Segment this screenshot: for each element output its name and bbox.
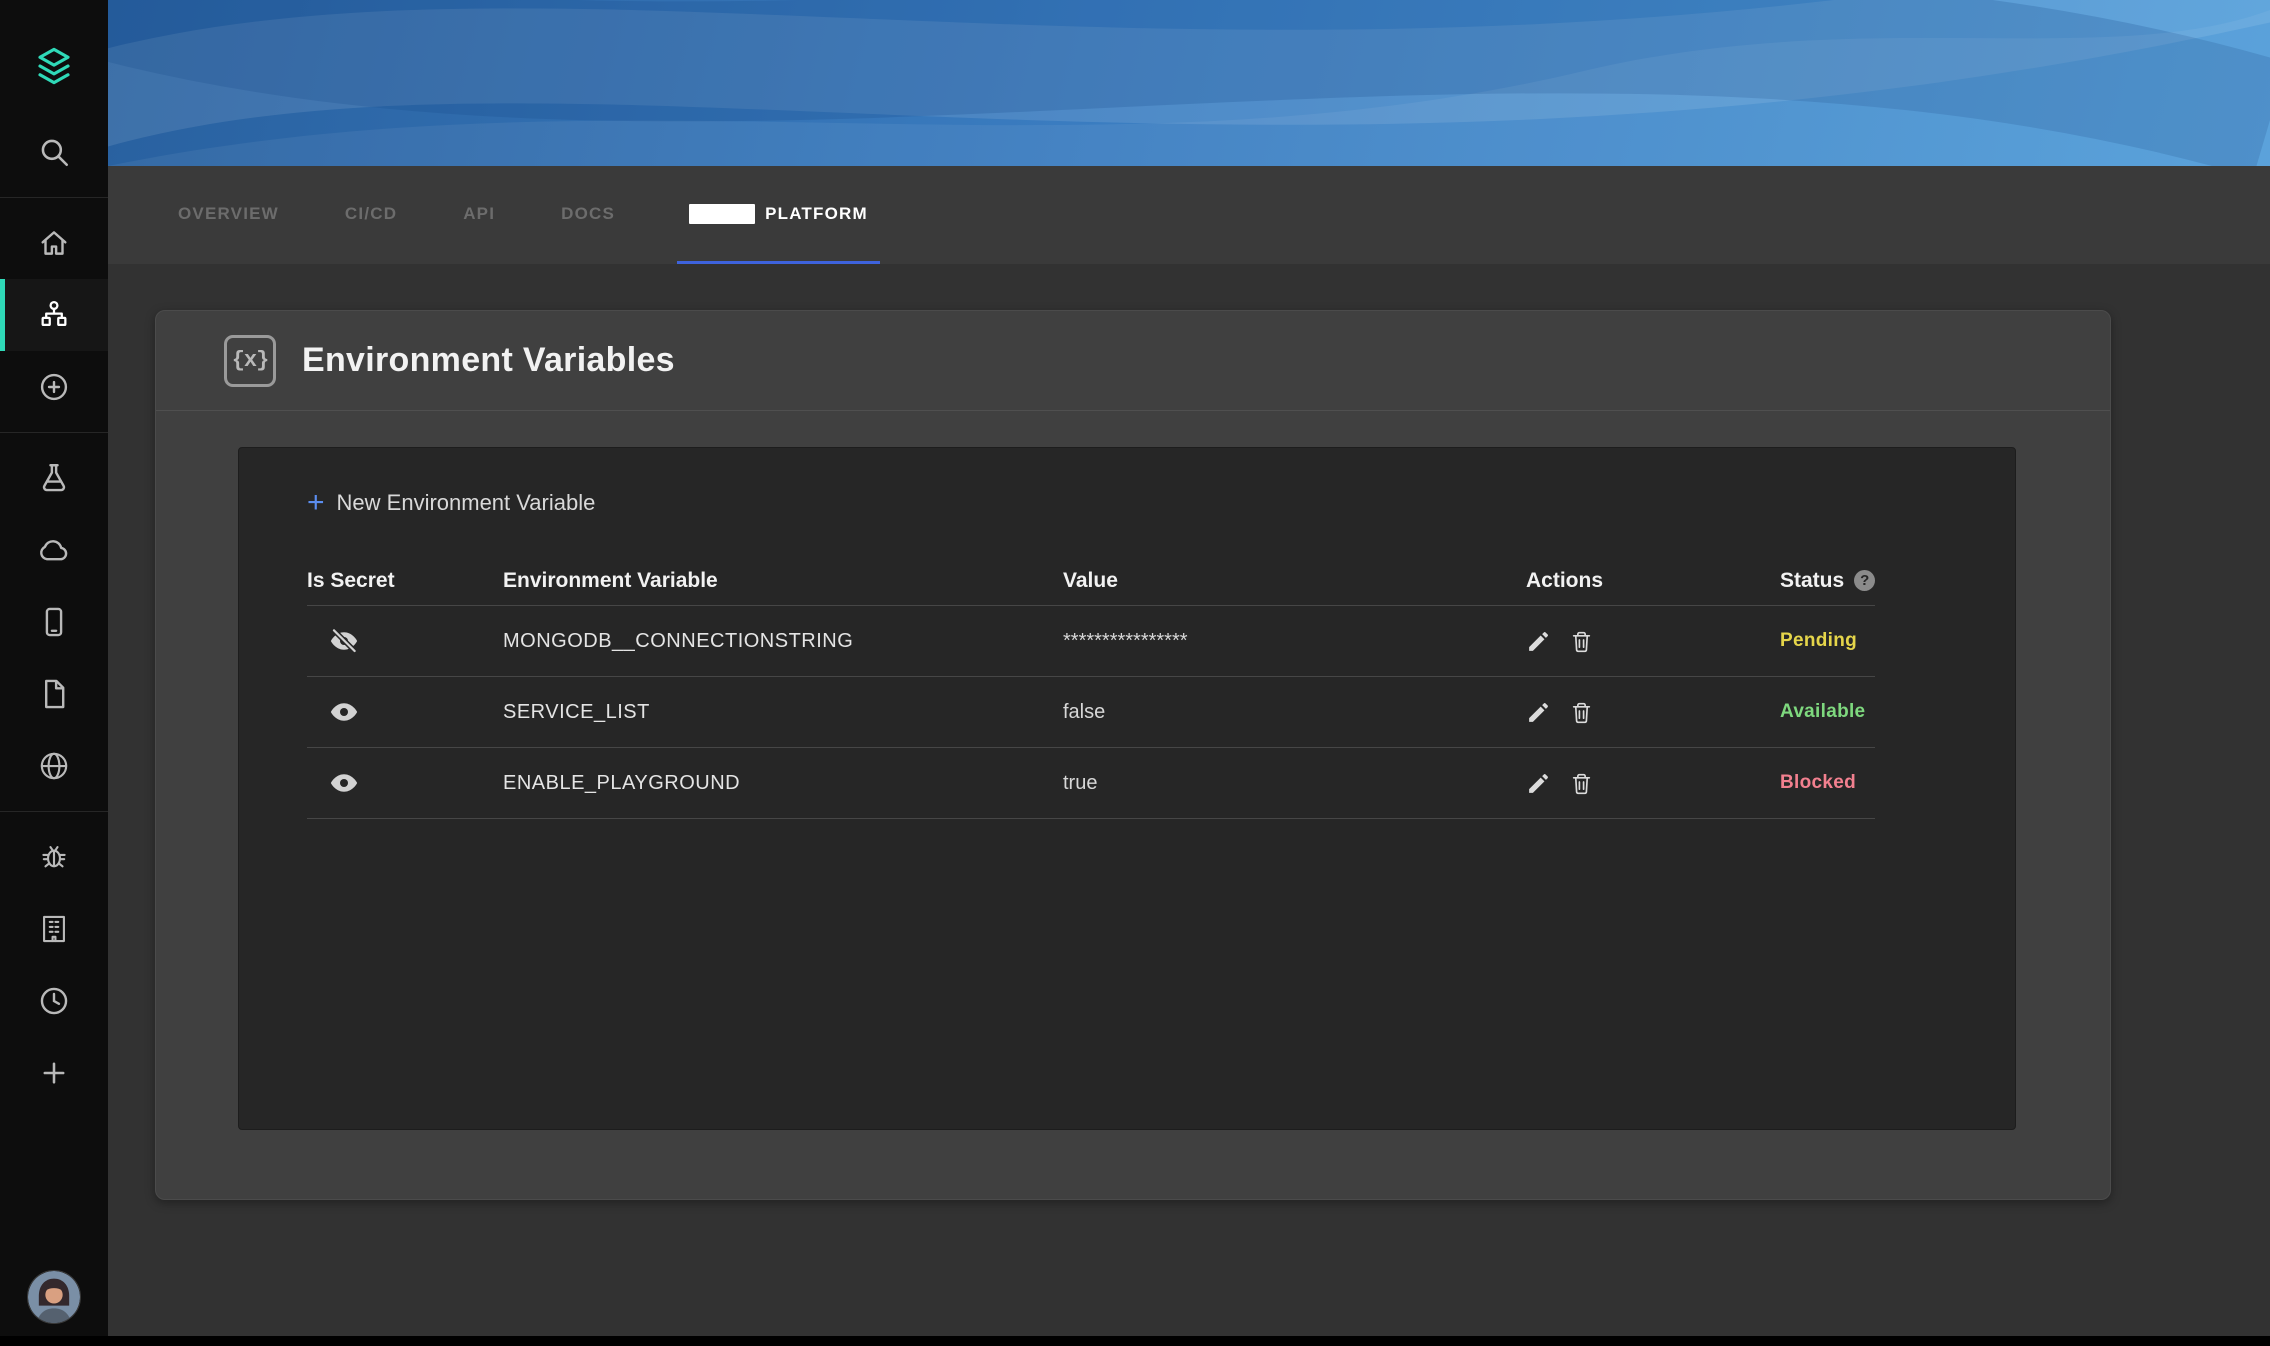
env-var-name: MONGODB__CONNECTIONSTRING bbox=[503, 630, 1063, 653]
user-avatar[interactable] bbox=[27, 1270, 81, 1324]
new-env-variable-label: New Environment Variable bbox=[337, 490, 596, 516]
globe-icon bbox=[37, 749, 71, 783]
tab-overview[interactable]: OVERVIEW bbox=[174, 166, 283, 264]
plus-icon: + bbox=[307, 488, 325, 518]
status-badge: Available bbox=[1780, 701, 1875, 723]
sidebar-divider bbox=[0, 811, 108, 812]
trash-icon bbox=[1569, 771, 1594, 796]
bug-icon bbox=[37, 840, 71, 874]
header-is-secret: Is Secret bbox=[307, 569, 503, 593]
eye-off-icon bbox=[329, 626, 359, 656]
sidebar-item-add[interactable] bbox=[0, 351, 108, 423]
flask-icon bbox=[37, 461, 71, 495]
avatar-image bbox=[28, 1271, 80, 1323]
env-var-name: SERVICE_LIST bbox=[503, 701, 1063, 724]
sidebar-item-debug[interactable] bbox=[0, 821, 108, 893]
add-circle-icon bbox=[37, 370, 71, 404]
plus-icon bbox=[37, 1056, 71, 1090]
pencil-icon bbox=[1526, 700, 1551, 725]
sidebar-item-organization[interactable] bbox=[0, 893, 108, 965]
card-header: {x} Environment Variables bbox=[156, 311, 2110, 411]
cloud-icon bbox=[37, 533, 71, 567]
banner-swoosh-graphic bbox=[108, 0, 2270, 166]
sidebar-divider bbox=[0, 432, 108, 433]
row-actions bbox=[1526, 629, 1780, 654]
header-status-label: Status bbox=[1780, 569, 1844, 593]
env-variable-icon: {x} bbox=[224, 335, 276, 387]
pencil-icon bbox=[1526, 771, 1551, 796]
sidebar-item-cloud[interactable] bbox=[0, 514, 108, 586]
env-var-value: **************** bbox=[1063, 630, 1526, 653]
table-row: SERVICE_LIST false bbox=[307, 677, 1875, 748]
search-icon bbox=[37, 135, 71, 169]
app-logo[interactable] bbox=[0, 30, 108, 102]
env-var-value: true bbox=[1063, 772, 1526, 795]
history-clock-icon bbox=[37, 984, 71, 1018]
table-row: MONGODB__CONNECTIONSTRING **************… bbox=[307, 606, 1875, 677]
sidebar-item-mobile[interactable] bbox=[0, 586, 108, 658]
delete-button[interactable] bbox=[1569, 771, 1594, 796]
main-content: {x} Environment Variables + New Environm… bbox=[108, 264, 2270, 1346]
tab-bar: OVERVIEW CI/CD API DOCS PLATFORM bbox=[108, 166, 2270, 264]
trash-icon bbox=[1569, 700, 1594, 725]
secret-toggle[interactable] bbox=[307, 697, 503, 727]
sidebar-item-history[interactable] bbox=[0, 965, 108, 1037]
page-title: Environment Variables bbox=[302, 341, 675, 380]
tab-platform[interactable]: PLATFORM bbox=[677, 166, 880, 264]
row-actions bbox=[1526, 771, 1780, 796]
table-header-row: Is Secret Environment Variable Value Act… bbox=[307, 556, 1875, 606]
new-env-variable-button[interactable]: + New Environment Variable bbox=[307, 488, 595, 518]
header-actions: Actions bbox=[1526, 569, 1780, 593]
bottom-bar bbox=[0, 1336, 2270, 1346]
header-value: Value bbox=[1063, 569, 1526, 593]
sidebar-item-documents[interactable] bbox=[0, 658, 108, 730]
sidebar-divider bbox=[0, 197, 108, 198]
delete-button[interactable] bbox=[1569, 700, 1594, 725]
tab-docs[interactable]: DOCS bbox=[557, 166, 619, 264]
env-variables-table: Is Secret Environment Variable Value Act… bbox=[307, 556, 1875, 819]
env-var-name: ENABLE_PLAYGROUND bbox=[503, 772, 1063, 795]
edit-button[interactable] bbox=[1526, 629, 1551, 654]
sidebar-item-new[interactable] bbox=[0, 1037, 108, 1109]
status-badge: Pending bbox=[1780, 630, 1875, 652]
tab-platform-label: PLATFORM bbox=[765, 204, 868, 224]
tab-cicd[interactable]: CI/CD bbox=[341, 166, 401, 264]
trash-icon bbox=[1569, 629, 1594, 654]
environment-variables-card: {x} Environment Variables + New Environm… bbox=[155, 310, 2111, 1200]
secret-toggle[interactable] bbox=[307, 768, 503, 798]
layers-logo-icon bbox=[33, 45, 75, 87]
sidebar-item-workflow[interactable] bbox=[0, 279, 108, 351]
row-actions bbox=[1526, 700, 1780, 725]
pencil-icon bbox=[1526, 629, 1551, 654]
hero-banner bbox=[108, 0, 2270, 166]
workflow-icon bbox=[37, 298, 71, 332]
header-status: Status ? bbox=[1780, 569, 1875, 593]
sidebar-search[interactable] bbox=[0, 116, 108, 188]
env-variables-panel: + New Environment Variable Is Secret Env… bbox=[238, 447, 2016, 1130]
eye-icon bbox=[329, 697, 359, 727]
mobile-icon bbox=[37, 605, 71, 639]
header-environment-variable: Environment Variable bbox=[503, 569, 1063, 593]
table-row: ENABLE_PLAYGROUND true bbox=[307, 748, 1875, 819]
status-badge: Blocked bbox=[1780, 772, 1875, 794]
organization-icon bbox=[37, 912, 71, 946]
eye-icon bbox=[329, 768, 359, 798]
delete-button[interactable] bbox=[1569, 629, 1594, 654]
sidebar-item-experiments[interactable] bbox=[0, 442, 108, 514]
home-icon bbox=[37, 226, 71, 260]
sidebar-item-home[interactable] bbox=[0, 207, 108, 279]
document-icon bbox=[37, 677, 71, 711]
status-help-icon[interactable]: ? bbox=[1854, 570, 1875, 591]
env-var-value: false bbox=[1063, 701, 1526, 724]
sidebar bbox=[0, 0, 108, 1346]
tab-api[interactable]: API bbox=[459, 166, 499, 264]
edit-button[interactable] bbox=[1526, 700, 1551, 725]
sidebar-item-globe[interactable] bbox=[0, 730, 108, 802]
secret-toggle[interactable] bbox=[307, 626, 503, 656]
platform-logo-block bbox=[689, 204, 755, 224]
edit-button[interactable] bbox=[1526, 771, 1551, 796]
